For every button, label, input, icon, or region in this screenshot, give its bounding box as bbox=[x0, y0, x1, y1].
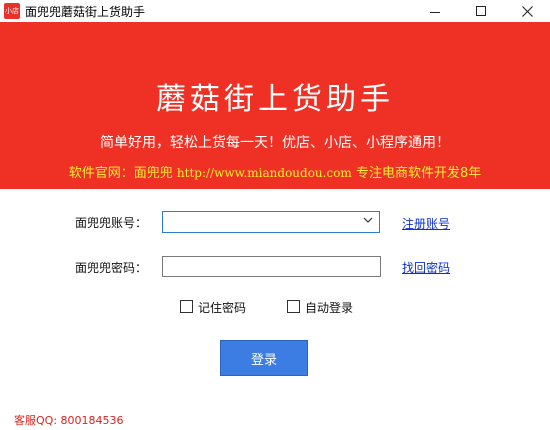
account-label: 面兜兜账号： bbox=[75, 216, 148, 230]
minimize-button[interactable] bbox=[412, 0, 458, 22]
remember-password-label[interactable]: 记住密码 bbox=[198, 299, 246, 316]
banner: 蘑菇街上货助手 简单好用，轻松上货每一天！优店、小店、小程序通用！ 软件官网：面… bbox=[0, 22, 550, 189]
login-button[interactable]: 登录 bbox=[220, 340, 308, 376]
banner-slogan: 简单好用，轻松上货每一天！优店、小店、小程序通用！ bbox=[100, 135, 450, 151]
website-prefix: 软件官网：面兜兜 bbox=[68, 166, 177, 181]
window-title: 面兜兜蘑菇街上货助手 bbox=[25, 5, 146, 19]
close-button[interactable] bbox=[504, 0, 550, 22]
password-label: 面兜兜密码： bbox=[75, 261, 148, 275]
auto-login-checkbox[interactable] bbox=[287, 300, 300, 313]
maximize-icon bbox=[476, 6, 486, 16]
password-field[interactable] bbox=[162, 256, 381, 277]
website-suffix: 专注电商软件开发8年 bbox=[351, 166, 482, 181]
close-icon bbox=[521, 5, 533, 17]
customer-service-qq: 客服QQ: 800184536 bbox=[14, 414, 124, 427]
banner-title: 蘑菇街上货助手 bbox=[156, 82, 394, 117]
minimize-icon bbox=[430, 11, 440, 13]
register-account-link[interactable]: 注册账号 bbox=[402, 215, 450, 232]
remember-password-checkbox[interactable] bbox=[180, 300, 193, 313]
chevron-down-icon[interactable] bbox=[363, 215, 373, 225]
auto-login-label[interactable]: 自动登录 bbox=[305, 299, 353, 316]
app-icon: 小店 bbox=[4, 3, 20, 19]
title-bar[interactable]: 小店 面兜兜蘑菇街上货助手 bbox=[0, 0, 550, 22]
maximize-button[interactable] bbox=[458, 0, 504, 22]
account-combobox[interactable] bbox=[162, 211, 380, 233]
banner-website-line: 软件官网：面兜兜 http://www.miandoudou.com 专注电商软… bbox=[0, 162, 550, 181]
recover-password-link[interactable]: 找回密码 bbox=[402, 259, 450, 276]
website-url: http://www.miandoudou.com bbox=[176, 166, 352, 180]
